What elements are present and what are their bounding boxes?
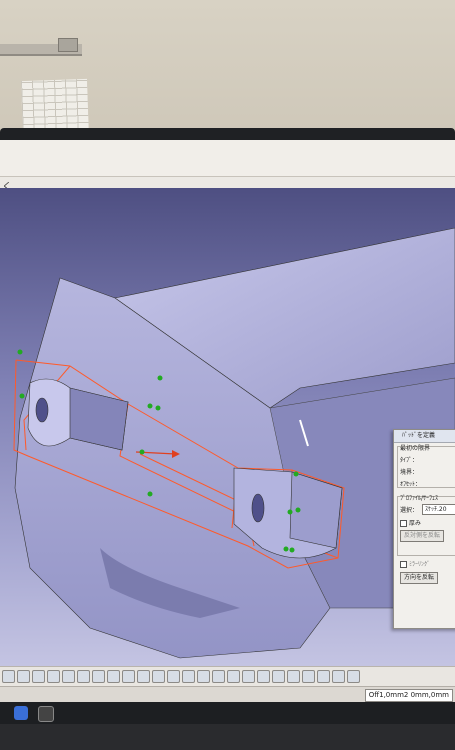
mirror-checkbox[interactable] (400, 561, 407, 568)
view-toolbar (0, 666, 455, 686)
iso-view-icon[interactable] (107, 670, 120, 683)
offset-label: ｵﾌｾｯﾄ： (400, 481, 422, 488)
lock-icon[interactable] (302, 670, 315, 683)
material-icon[interactable] (212, 670, 225, 683)
rotate-icon[interactable] (32, 670, 45, 683)
type-label: ﾀｲﾌﾟ： (400, 457, 419, 464)
cad-3d-viewport[interactable] (0, 188, 455, 670)
profile-group-label: ﾌﾟﾛﾌｧｲﾙ/ｻｰﾌｪｽ (400, 495, 439, 502)
hide-show-icon[interactable] (137, 670, 150, 683)
swap-icon[interactable] (152, 670, 165, 683)
dialog-title: ﾊﾟｯﾄﾞを定義 (394, 430, 455, 443)
camera-icon[interactable] (242, 670, 255, 683)
app-taskbar-icon[interactable] (38, 706, 54, 722)
zoom-in-icon[interactable] (47, 670, 60, 683)
sketch-icon[interactable] (272, 670, 285, 683)
select-icon[interactable] (2, 670, 15, 683)
render-icon[interactable] (227, 670, 240, 683)
thickness-label: 厚み (409, 520, 422, 527)
axis-icon[interactable] (167, 670, 180, 683)
monitor-screen: く (0, 140, 455, 702)
reverse-side-button[interactable]: 反対側を反転 (400, 530, 445, 542)
snap-icon[interactable] (332, 670, 345, 683)
define-pad-dialog[interactable]: ﾊﾟｯﾄﾞを定義 最初の限界 ﾀｲﾌﾟ： 境界： ｵﾌｾｯﾄ： ﾌﾟﾛﾌｧｲﾙ/… (393, 429, 455, 629)
shading-icon[interactable] (122, 670, 135, 683)
zoom-out-icon[interactable] (62, 670, 75, 683)
status-bar: Off1,0mm2 0mm,0mm (0, 686, 455, 702)
pan-icon[interactable] (17, 670, 30, 683)
selection-label: 選択： (400, 507, 419, 514)
mirror-label: ﾐﾗｰﾘﾝｸﾞ (409, 561, 431, 568)
analysis-icon[interactable] (197, 670, 210, 683)
fit-all-icon[interactable] (77, 670, 90, 683)
cad-geometry (13, 227, 455, 659)
status-field: Off1,0mm2 0mm,0mm (364, 689, 453, 702)
window-titlebar (0, 140, 455, 177)
wall-hook (58, 38, 78, 52)
normal-view-icon[interactable] (92, 670, 105, 683)
grid-icon[interactable] (347, 670, 360, 683)
dimension-icon[interactable] (317, 670, 330, 683)
reverse-direction-button[interactable]: 方向を反転 (400, 572, 439, 584)
limit-label: 境界： (400, 469, 419, 476)
taskbar (0, 702, 455, 724)
thickness-checkbox[interactable] (400, 520, 407, 527)
constraint-icon[interactable] (287, 670, 300, 683)
selection-field[interactable]: ｽｹｯﾁ.20 (422, 504, 455, 515)
thickness-option[interactable]: 厚み (400, 518, 421, 527)
windows-start-icon[interactable] (14, 706, 28, 720)
mirror-option[interactable]: ﾐﾗｰﾘﾝｸﾞ (400, 559, 430, 568)
measure-icon[interactable] (182, 670, 195, 683)
monitor-stand (0, 724, 455, 750)
first-limit-label: 最初の限界 (400, 445, 431, 452)
plane-icon[interactable] (257, 670, 270, 683)
